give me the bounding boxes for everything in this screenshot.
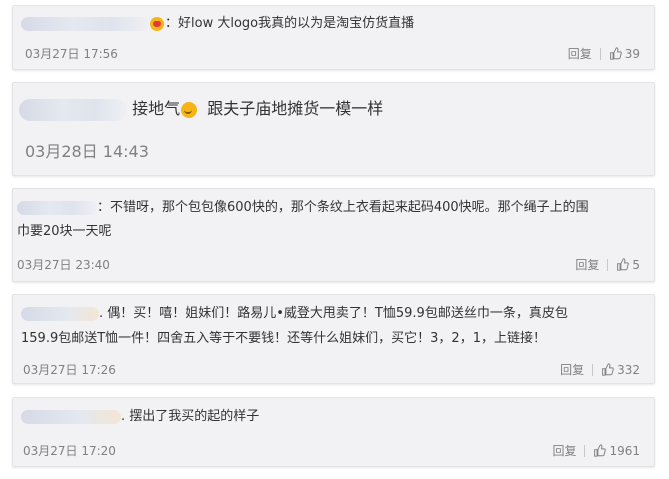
divider [584, 444, 586, 457]
comment-text: 好low 大logo我真的以为是淘宝仿货直播 [178, 16, 415, 31]
like-button[interactable]: 332 [601, 363, 640, 377]
like-button[interactable]: 1961 [593, 444, 640, 458]
comment-text-line1: ：不错呀，那个包包像600快的，那个条纹上衣看起来起码400快呢。那个绳子上的围 [97, 200, 589, 215]
comment-text-line1: . 偶！买！嘻！姐妹们！路易儿•威登大甩卖了！T恤59.9包邮送丝巾一条，真皮包 [99, 306, 568, 321]
comment-text-line2: 巾要20块一天呢 [17, 224, 112, 239]
blurred-username[interactable] [21, 16, 149, 31]
comment-time: 03月27日 17:20 [23, 444, 116, 458]
heart-eyes-emoji-icon [150, 16, 164, 31]
reply-button[interactable]: 回复 [552, 442, 576, 459]
thumbs-up-icon [594, 444, 607, 457]
divider [607, 258, 609, 271]
comment-time: 03月27日 17:56 [25, 47, 118, 61]
thumbs-up-icon [617, 258, 630, 271]
comment-card: 接地气 跟夫子庙地摊货一模一样 03月28日 14:43 [12, 82, 655, 176]
comment-time: 03月28日 14:43 [25, 142, 149, 161]
thumbs-up-icon [602, 363, 614, 376]
like-count: 39 [624, 46, 640, 61]
comment-text-part2: 跟夫子庙地摊货一模一样 [207, 99, 384, 118]
comment-card: ：好low 大logo我真的以为是淘宝仿货直播 03月27日 17:56 回复 … [12, 5, 655, 70]
comment-card: ：不错呀，那个包包像600快的，那个条纹上衣看起来起码400快呢。那个绳子上的围… [12, 188, 655, 282]
comment-time: 03月27日 23:40 [17, 258, 110, 272]
thumbs-up-icon [609, 47, 622, 60]
comment-text-line2: 159.9包邮送T恤一件！四舍五入等于不要钱！还等什么姐妹们，买它！3，2，1，… [21, 331, 546, 346]
reply-button[interactable]: 回复 [568, 45, 592, 62]
comment-card: . 摆出了我买的起的样子 03月27日 17:20 回复 1961 [12, 397, 655, 467]
like-button[interactable]: 39 [609, 47, 640, 61]
blurred-username[interactable] [17, 200, 97, 215]
reply-button[interactable]: 回复 [575, 256, 599, 273]
smile-emoji-icon [181, 101, 198, 118]
comment-separator: ： [165, 16, 179, 31]
blurred-username[interactable] [21, 306, 99, 321]
like-count: 332 [617, 362, 640, 377]
comment-text-part1: 接地气 [132, 99, 181, 118]
comment-text: . 摆出了我买的起的样子 [121, 409, 260, 424]
blurred-username[interactable] [21, 409, 121, 424]
divider [599, 47, 601, 60]
divider [592, 363, 594, 376]
comment-time: 03月27日 17:26 [23, 363, 116, 377]
comment-card: . 偶！买！嘻！姐妹们！路易儿•威登大甩卖了！T恤59.9包邮送丝巾一条，真皮包… [12, 294, 655, 384]
reply-button[interactable]: 回复 [560, 361, 584, 378]
like-count: 1961 [609, 443, 640, 458]
like-button[interactable]: 5 [616, 258, 640, 272]
blurred-username[interactable] [19, 98, 127, 121]
like-count: 5 [632, 257, 640, 272]
